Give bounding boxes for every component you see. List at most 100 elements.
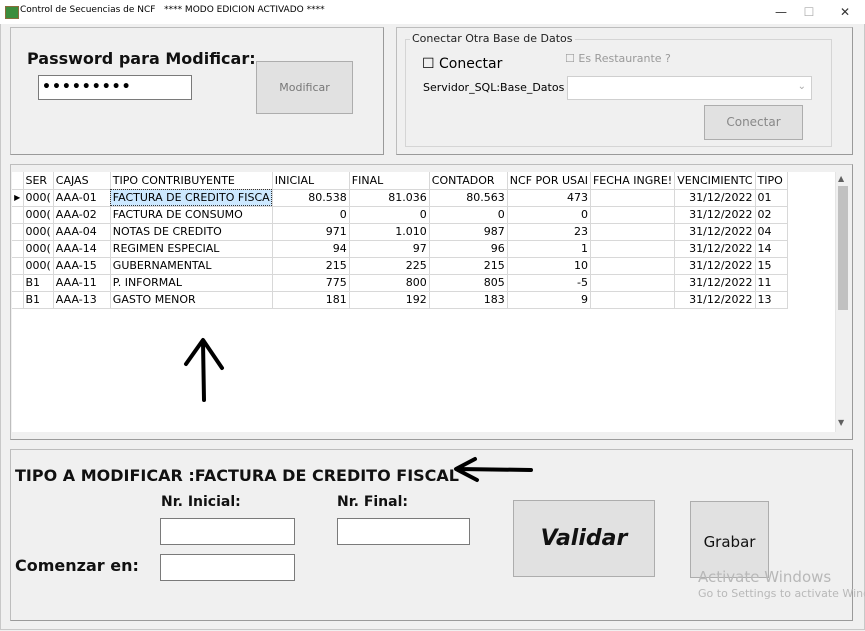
row-header[interactable] (12, 257, 24, 275)
table-cell[interactable]: 02 (755, 206, 788, 224)
table-cell[interactable]: 0 (507, 206, 591, 224)
column-header[interactable]: FECHA INGRE! (590, 172, 676, 190)
column-header[interactable]: CONTADOR (429, 172, 508, 190)
conectar-checkbox[interactable]: ☐ Conectar (422, 56, 502, 72)
table-row[interactable]: B1 AAA-11 P. INFORMAL 775 800 805 -5 31/12/2022… (12, 274, 788, 292)
table-cell[interactable]: 80.538 (272, 189, 350, 207)
table-cell[interactable]: 183 (429, 291, 508, 309)
table-cell[interactable]: 31/12/2022 (674, 291, 756, 309)
scroll-down-icon[interactable]: ▼ (838, 418, 844, 427)
table-cell[interactable]: AAA-13 (53, 291, 111, 309)
final-input[interactable] (337, 518, 470, 545)
validar-button[interactable]: Validar (513, 500, 655, 577)
table-cell[interactable] (590, 223, 676, 241)
table-cell[interactable]: 0 (349, 206, 430, 224)
table-cell[interactable]: 1 (507, 240, 591, 258)
table-cell[interactable]: AAA-01 (53, 189, 111, 207)
table-cell[interactable]: 000( (23, 223, 54, 241)
restaurante-checkbox[interactable]: ☐ Es Restaurante ? (565, 52, 671, 65)
table-cell[interactable]: 31/12/2022 (674, 206, 756, 224)
table-cell[interactable]: AAA-15 (53, 257, 111, 275)
table-cell[interactable] (590, 257, 676, 275)
table-cell[interactable]: 81.036 (349, 189, 430, 207)
table-cell[interactable] (590, 189, 676, 207)
table-cell[interactable]: 805 (429, 274, 508, 292)
comenzar-input[interactable] (160, 554, 295, 581)
table-cell[interactable]: 1.010 (349, 223, 430, 241)
table-cell[interactable]: 215 (272, 257, 350, 275)
column-header[interactable]: CAJAS (53, 172, 111, 190)
table-cell[interactable]: 31/12/2022 (674, 223, 756, 241)
table-cell[interactable]: 14 (755, 240, 788, 258)
table-cell[interactable]: P. INFORMAL (110, 274, 273, 292)
table-cell[interactable]: AAA-04 (53, 223, 111, 241)
table-cell[interactable]: 96 (429, 240, 508, 258)
table-cell[interactable]: AAA-02 (53, 206, 111, 224)
table-cell[interactable]: 225 (349, 257, 430, 275)
table-row[interactable]: 000(AAA-14 REGIMEN ESPECIAL 94 97 96 1 31/12/2… (12, 240, 788, 258)
table-cell[interactable]: 215 (429, 257, 508, 275)
row-header[interactable] (12, 274, 24, 292)
table-cell[interactable] (590, 274, 676, 292)
table-cell[interactable]: 31/12/2022 (674, 274, 756, 292)
table-cell[interactable]: GASTO MENOR (110, 291, 273, 309)
minimize-button[interactable]: — (766, 2, 796, 22)
scroll-thumb[interactable] (838, 186, 848, 310)
table-cell[interactable]: REGIMEN ESPECIAL (110, 240, 273, 258)
table-cell[interactable]: AAA-11 (53, 274, 111, 292)
table-cell[interactable]: 04 (755, 223, 788, 241)
table-cell[interactable]: 0 (272, 206, 350, 224)
table-cell[interactable]: NOTAS DE CREDITO (110, 223, 273, 241)
conectar-button[interactable]: Conectar (704, 105, 803, 140)
table-cell[interactable]: 94 (272, 240, 350, 258)
data-grid[interactable]: SER CAJAS TIPO CONTRIBUYENTE INICIAL FINAL CO… (12, 172, 835, 432)
table-cell[interactable]: 971 (272, 223, 350, 241)
table-cell[interactable]: 80.563 (429, 189, 508, 207)
table-cell[interactable]: 31/12/2022 (674, 189, 756, 207)
column-header[interactable]: NCF POR USAI (507, 172, 591, 190)
row-header[interactable] (12, 240, 24, 258)
table-row[interactable]: ▶ 000(AAA-01 FACTURA DE CREDITO FISCA 80.53… (12, 189, 788, 207)
column-header[interactable]: SER (23, 172, 54, 190)
table-cell[interactable]: 181 (272, 291, 350, 309)
table-cell[interactable]: 13 (755, 291, 788, 309)
password-input[interactable]: ••••••••• (38, 75, 192, 100)
table-cell[interactable]: B1 (23, 274, 54, 292)
table-cell[interactable]: 987 (429, 223, 508, 241)
table-cell[interactable]: FACTURA DE CREDITO FISCA (110, 189, 273, 207)
table-cell[interactable]: 01 (755, 189, 788, 207)
table-cell[interactable]: 15 (755, 257, 788, 275)
table-row[interactable]: 000(AAA-15 GUBERNAMENTAL 215 225 215 10 31/12/… (12, 257, 788, 275)
table-cell[interactable]: FACTURA DE CONSUMO (110, 206, 273, 224)
table-row[interactable]: 000(AAA-04 NOTAS DE CREDITO 971 1.010 987 23 3… (12, 223, 788, 241)
table-cell[interactable]: 0 (429, 206, 508, 224)
table-cell[interactable]: -5 (507, 274, 591, 292)
table-cell[interactable]: AAA-14 (53, 240, 111, 258)
column-header[interactable]: TIPO CONTRIBUYENTE (110, 172, 273, 190)
current-row-indicator-icon[interactable]: ▶ (12, 189, 24, 207)
row-header[interactable] (12, 223, 24, 241)
table-cell[interactable]: 192 (349, 291, 430, 309)
maximize-button[interactable]: ☐ (794, 2, 824, 22)
table-cell[interactable] (590, 240, 676, 258)
close-button[interactable]: ✕ (830, 2, 860, 22)
column-header[interactable]: TIPO (755, 172, 788, 190)
table-cell[interactable]: 800 (349, 274, 430, 292)
table-cell[interactable]: 000( (23, 240, 54, 258)
table-cell[interactable]: 000( (23, 189, 54, 207)
column-header[interactable]: INICIAL (272, 172, 350, 190)
column-header[interactable]: FINAL (349, 172, 430, 190)
modificar-button[interactable]: Modificar (256, 61, 353, 114)
table-cell[interactable]: 11 (755, 274, 788, 292)
server-select[interactable]: ⌄ (567, 76, 812, 100)
table-cell[interactable]: 000( (23, 206, 54, 224)
table-cell[interactable]: 10 (507, 257, 591, 275)
table-cell[interactable]: 000( (23, 257, 54, 275)
table-row[interactable]: B1 AAA-13 GASTO MENOR 181 192 183 9 31/12/2022 1… (12, 291, 788, 309)
table-cell[interactable]: 31/12/2022 (674, 240, 756, 258)
table-cell[interactable] (590, 206, 676, 224)
inicial-input[interactable] (160, 518, 295, 545)
row-header[interactable] (12, 206, 24, 224)
table-cell[interactable]: 31/12/2022 (674, 257, 756, 275)
grabar-button[interactable]: Grabar (690, 501, 769, 578)
